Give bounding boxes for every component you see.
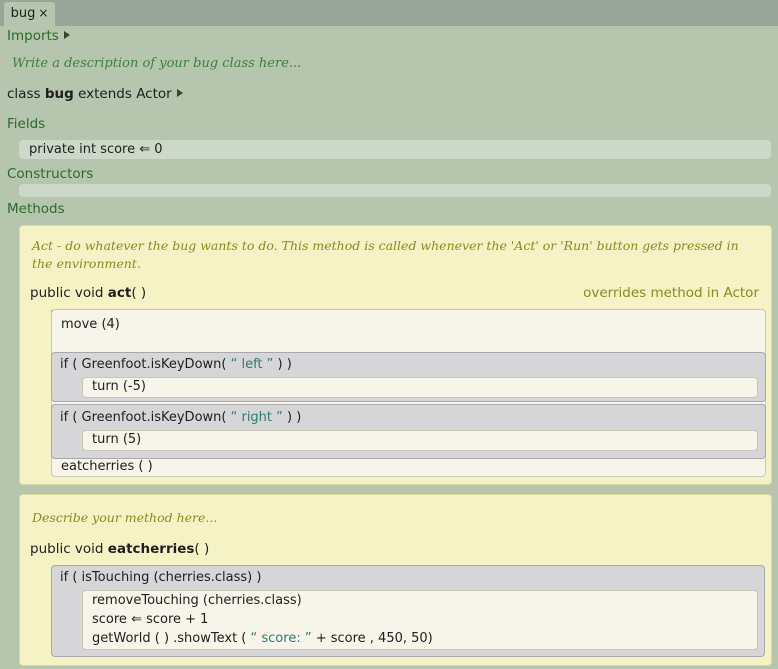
- methods-label: Methods: [7, 201, 65, 217]
- if-condition: if ( Greenfoot.isKeyDown(: [60, 410, 227, 425]
- override-note: overrides method in Actor: [583, 285, 759, 301]
- method-description[interactable]: Describe your method here...: [32, 509, 752, 527]
- if-block-right[interactable]: if ( Greenfoot.isKeyDown( “ right ” ) ) …: [51, 404, 766, 459]
- method-act[interactable]: Act - do whatever the bug wants to do. T…: [19, 225, 772, 485]
- statement-turn[interactable]: turn (-5): [92, 379, 146, 394]
- call-text: getWorld ( ) .showText (: [92, 631, 247, 646]
- tab-bug[interactable]: bug ×: [4, 2, 55, 26]
- if-body[interactable]: turn (-5): [82, 377, 758, 398]
- method-description[interactable]: Act - do whatever the bug wants to do. T…: [32, 237, 752, 273]
- string-literal: “ score: ”: [250, 631, 312, 646]
- string-literal: “ right ”: [230, 410, 283, 425]
- return-type: void: [74, 541, 104, 557]
- method-body[interactable]: move (4) if ( Greenfoot.isKeyDown( “ lef…: [51, 309, 766, 477]
- tab-label: bug: [10, 6, 36, 21]
- if-condition-close: ) ): [277, 357, 292, 372]
- parent-class: Actor: [136, 86, 172, 102]
- constructors-drop-zone[interactable]: [19, 184, 771, 197]
- method-signature[interactable]: public void eatcherries( ): [30, 541, 209, 557]
- imports-toggle[interactable]: Imports: [7, 28, 70, 44]
- string-literal: “ left ”: [230, 357, 274, 372]
- modifier-keyword: public: [30, 541, 71, 557]
- class-name: bug: [44, 86, 74, 102]
- statement-remove-touching[interactable]: removeTouching (cherries.class): [92, 593, 302, 608]
- statement-move[interactable]: move (4): [61, 317, 120, 332]
- method-params: ( ): [131, 285, 147, 301]
- class-keyword: class: [7, 86, 41, 102]
- imports-label: Imports: [7, 28, 59, 44]
- method-name: act: [107, 285, 132, 301]
- if-header[interactable]: if ( Greenfoot.isKeyDown( “ left ” ) ): [60, 357, 292, 372]
- if-condition-close: ) ): [287, 410, 302, 425]
- class-description[interactable]: Write a description of your bug class he…: [12, 56, 301, 71]
- statement-turn[interactable]: turn (5): [92, 432, 141, 447]
- modifier-keyword: public: [30, 285, 71, 301]
- method-params: ( ): [194, 541, 210, 557]
- method-name: eatcherries: [107, 541, 195, 557]
- method-eatcherries[interactable]: Describe your method here... public void…: [19, 494, 772, 666]
- class-declaration[interactable]: class bug extends Actor: [7, 86, 183, 102]
- expand-triangle-icon: [63, 31, 70, 39]
- field-row[interactable]: private int score ⇐ 0: [19, 140, 771, 159]
- if-block-left[interactable]: if ( Greenfoot.isKeyDown( “ left ” ) ) t…: [51, 352, 766, 402]
- if-body[interactable]: removeTouching (cherries.class) score ⇐ …: [82, 590, 758, 650]
- call-args: + score , 450, 50): [315, 631, 433, 646]
- if-condition: if ( Greenfoot.isKeyDown(: [60, 357, 227, 372]
- method-signature[interactable]: public void act( ): [30, 285, 146, 301]
- tab-bar: bug ×: [0, 0, 778, 26]
- if-header[interactable]: if ( isTouching (cherries.class) ): [60, 570, 261, 585]
- field-text: private int score ⇐ 0: [29, 142, 163, 157]
- fields-label: Fields: [7, 116, 46, 132]
- if-block-touching[interactable]: if ( isTouching (cherries.class) ) remov…: [51, 565, 765, 657]
- extends-keyword: extends: [78, 86, 132, 102]
- statement-score-increment[interactable]: score ⇐ score + 1: [92, 612, 208, 627]
- if-header[interactable]: if ( Greenfoot.isKeyDown( “ right ” ) ): [60, 410, 301, 425]
- expand-triangle-icon[interactable]: [176, 89, 183, 97]
- statement-show-text[interactable]: getWorld ( ) .showText ( “ score: ” + sc…: [92, 631, 433, 646]
- close-icon[interactable]: ×: [38, 6, 48, 20]
- constructors-label: Constructors: [7, 166, 94, 182]
- statement-eatcherries[interactable]: eatcherries ( ): [61, 459, 153, 474]
- return-type: void: [74, 285, 104, 301]
- if-body[interactable]: turn (5): [82, 430, 758, 451]
